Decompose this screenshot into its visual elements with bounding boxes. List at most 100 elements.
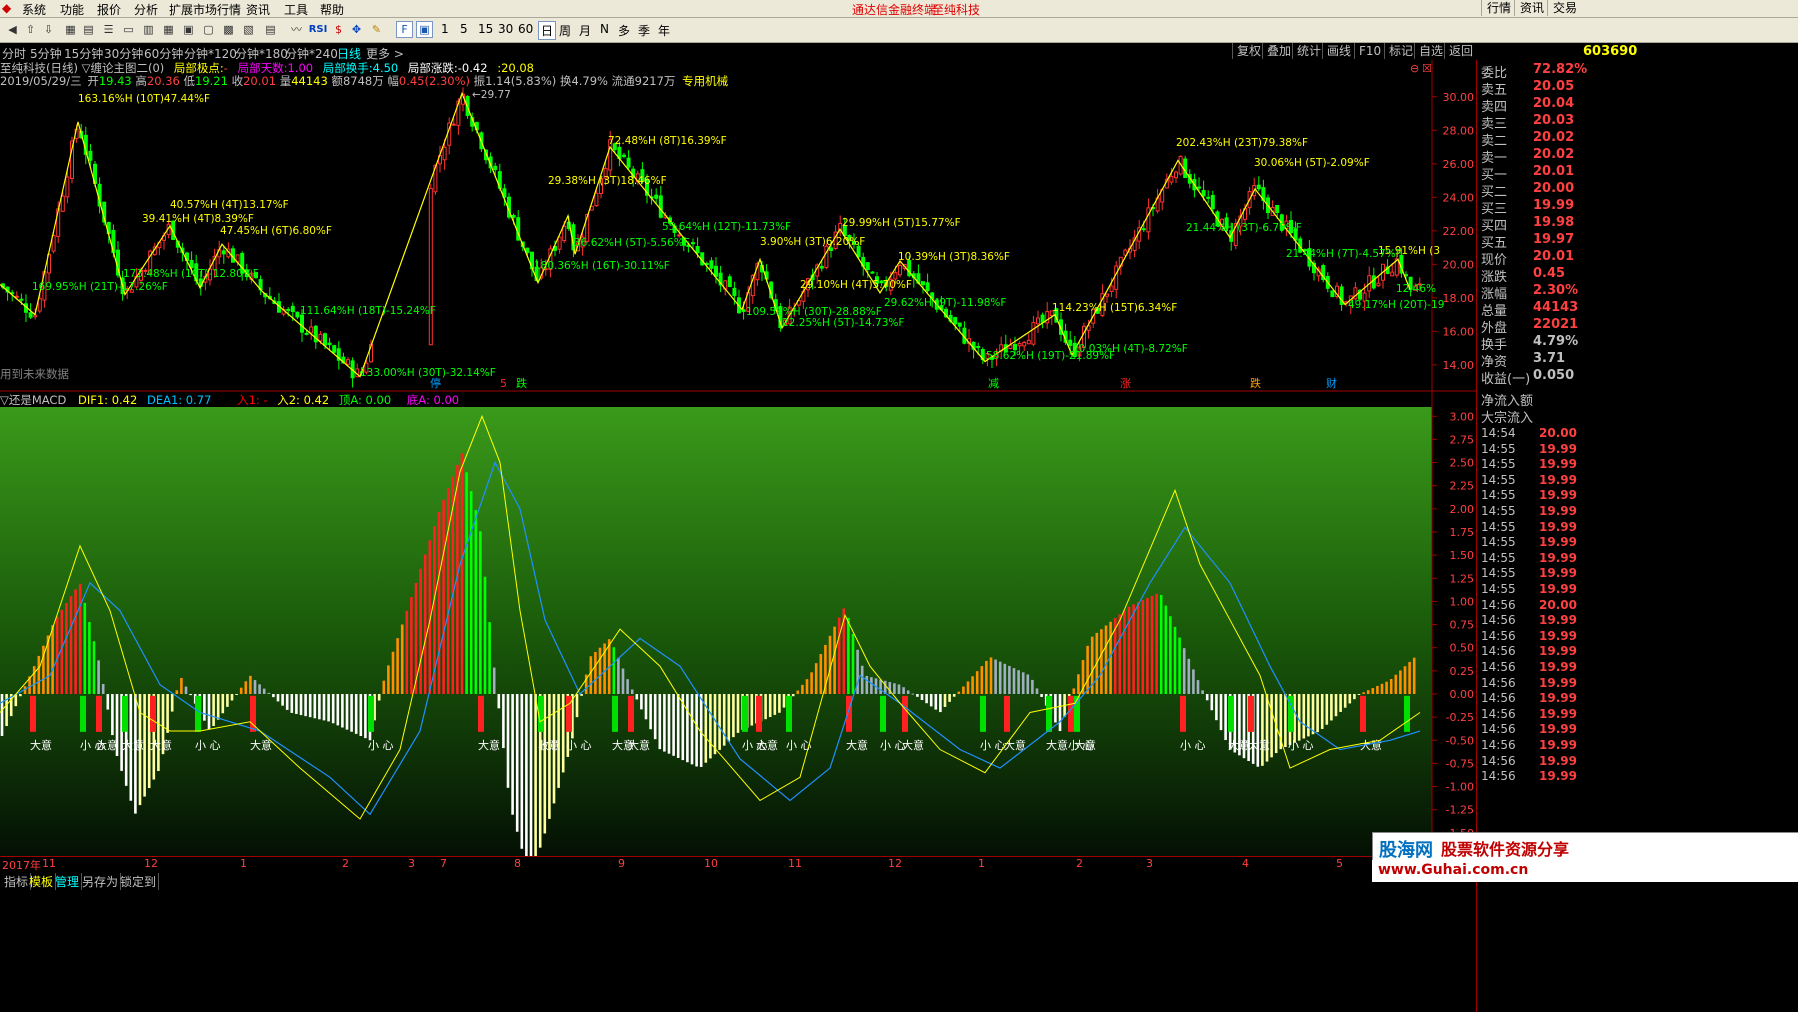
f10-button[interactable]: F10 [1354,43,1385,59]
candle-body [286,308,291,311]
candle-body [1371,275,1376,289]
period-60-button[interactable]: 60 [518,22,533,36]
event-marker[interactable]: 跌 [516,376,527,390]
macd-title[interactable]: ▽还是MACD [0,393,66,407]
period-15-button[interactable]: 15 [478,22,493,36]
price-chart-svg[interactable]: 30.00 28.00 26.00 24.00 22.00 20.00 18.00 16.00… [0,60,1480,392]
quote-row: 净资 3.71 [1481,351,1797,370]
tab-template[interactable]: 模板 [27,873,57,890]
period-month-button[interactable]: 月 [579,22,591,39]
macd-bar [1141,600,1145,694]
macd-in2: 入2: 0.42 [277,393,330,407]
menu-item-analysis[interactable]: 分析 [134,1,158,18]
close-icon[interactable]: ☒ [1422,62,1432,75]
low-pivot-label: 180.36%H (16T)-30.11%F [534,260,670,272]
period-n-button[interactable]: N [600,22,609,36]
event-marker[interactable]: 跌 [1250,376,1261,390]
period-5-button[interactable]: 5 [460,22,468,36]
menu-item-news[interactable]: 资讯 [246,1,270,18]
chart-icon[interactable]: ▦ [62,21,79,38]
draw-button[interactable]: 画线 [1322,43,1355,59]
macd-bar [1362,692,1365,694]
event-marker[interactable]: 减 [988,377,999,390]
price-axis-label: 26.00 [1443,158,1475,171]
quote-row: 买四 19.98 [1481,215,1797,234]
list-icon[interactable]: ☰ [100,21,117,38]
layout-icon[interactable]: ▣ [180,21,197,38]
top-tab-market[interactable]: 行情 [1481,0,1516,16]
window-icon[interactable]: ▭ [120,21,137,38]
period-1-button[interactable]: 1 [441,22,449,36]
macd-bar [1389,678,1393,694]
adjust-button[interactable]: 复权 [1232,43,1265,59]
macd-bar [1155,593,1158,694]
signal-text: 大意 [30,738,52,752]
down-arrow-icon[interactable]: ⇩ [40,21,57,38]
mark-button[interactable]: 标记 [1384,43,1417,59]
move-icon[interactable]: ✥ [348,21,365,38]
macd-bar [630,689,634,694]
panel-icon[interactable]: ▢ [200,21,217,38]
tab-manage[interactable]: 管理 [53,873,83,890]
period-year-button[interactable]: 年 [658,22,670,39]
signal-block [478,695,484,732]
settings-icon[interactable]: ⊖ [1410,62,1419,75]
report-icon[interactable]: ▦ [160,21,177,38]
low-pivot-label: 36.62%H (5T)-5.56%F [574,237,690,249]
table-icon[interactable]: ▥ [140,21,157,38]
menu-item-help[interactable]: 帮助 [320,1,344,18]
back-icon[interactable]: ◀ [4,21,21,38]
macd-bar [644,693,648,720]
return-button[interactable]: 返回 [1444,43,1477,59]
period-multi-button[interactable]: 多 [618,22,630,39]
macd-bar [589,656,593,694]
menu-item-tools[interactable]: 工具 [284,1,308,18]
overlay-button[interactable]: 叠加 [1262,43,1295,59]
event-marker[interactable]: 5 [500,377,507,390]
menu-item-system[interactable]: 系统 [22,1,46,18]
money-icon[interactable]: $ [330,21,347,38]
quote-row: 卖四 20.04 [1481,96,1797,115]
period-30-button[interactable]: 30 [498,22,513,36]
menu-item-extended-market[interactable]: 扩展市场行情 [169,1,241,18]
price-chart[interactable]: 30.00 28.00 26.00 24.00 22.00 20.00 18.00 16.00… [0,60,1480,392]
tick-time: 14:55 [1481,488,1516,503]
tick-price: 19.99 [1539,769,1577,784]
high-pivot-label: 72.48%H (8T)16.39%F [608,135,727,147]
top-tab-news[interactable]: 资讯 [1514,0,1549,16]
macd-axis-label: 1.00 [1450,595,1475,608]
stats-button[interactable]: 统计 [1292,43,1325,59]
quote-row: 卖五 20.05 [1481,79,1797,98]
candle-body [925,282,930,292]
watermark-url-box: www.Guhai.com.cn [1372,860,1798,882]
up-arrow-icon[interactable]: ⇧ [22,21,39,38]
tab-lock[interactable]: 锁定到 [118,873,160,890]
candle-body [525,247,530,254]
calc-icon[interactable]: ▩ [220,21,237,38]
grid-icon[interactable]: ▤ [80,21,97,38]
line-chart-icon[interactable]: 〰 [288,21,305,38]
macd-panel[interactable]: 大意小 心大意 大意 大意小 心大意小 心大意 收意小 心大意 大意小 心大意小 心大意… [0,392,1480,856]
macd-bar [575,693,579,718]
event-marker[interactable]: 涨 [1120,377,1131,390]
tab-save-as[interactable]: 另存为 [80,873,122,890]
rsi-icon[interactable]: RSI [306,21,330,38]
period-day-button[interactable]: 日 [538,21,557,40]
event-marker[interactable]: 财 [1326,376,1337,390]
book-icon[interactable]: ▧ [240,21,257,38]
watchlist-button[interactable]: 自选 [1414,43,1447,59]
menu-item-function[interactable]: 功能 [60,1,84,18]
industry-tag[interactable]: 专用机械 [682,74,728,88]
fs-icon[interactable]: F [396,21,413,38]
top-tab-trade[interactable]: 交易 [1547,0,1582,16]
menu-item-quote[interactable]: 报价 [97,1,121,18]
event-marker[interactable]: 停 [430,376,441,390]
pencil-icon[interactable]: ✎ [368,21,385,38]
news-icon[interactable]: ▤ [262,21,279,38]
period-week-button[interactable]: 周 [559,22,571,39]
signal-text: 大意 [1046,738,1068,752]
tick-price: 19.99 [1539,519,1577,534]
macd-chart-svg[interactable]: 大意小 心大意 大意 大意小 心大意小 心大意 收意小 心大意大意小 心大意小 心大意… [0,392,1480,856]
period-quarter-button[interactable]: 季 [638,22,650,39]
image-icon[interactable]: ▣ [416,21,433,38]
